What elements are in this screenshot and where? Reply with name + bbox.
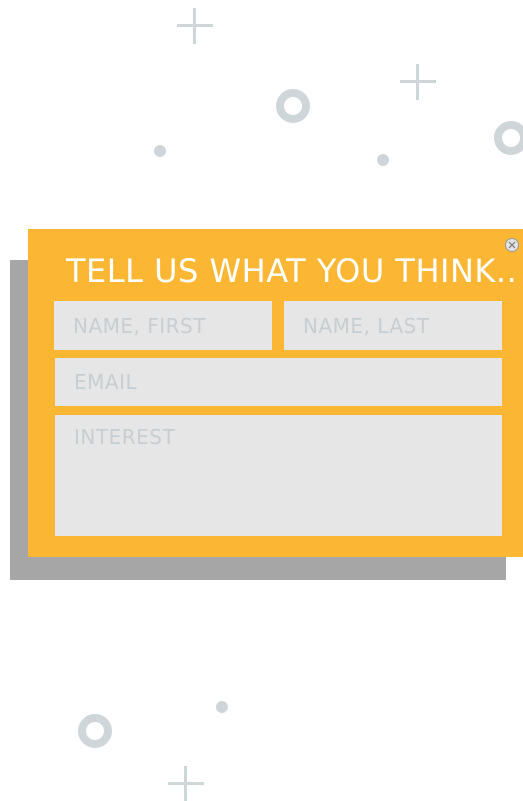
dot-decoration-icon [154,145,166,157]
dot-decoration-icon [216,701,228,713]
interest-field[interactable] [55,415,502,536]
ring-decoration-icon [78,714,112,748]
close-button[interactable] [505,238,519,252]
email-field[interactable] [55,358,502,406]
plus-decoration-icon [168,766,204,801]
plus-decoration-icon [177,8,213,44]
dot-decoration-icon [377,154,389,166]
ring-decoration-icon [494,121,523,155]
page-canvas: TELL US WHAT YOU THINK.. [0,0,523,801]
last-name-field[interactable] [284,301,502,350]
first-name-field[interactable] [54,301,272,350]
ring-decoration-icon [276,89,310,123]
close-icon [508,241,516,249]
plus-decoration-icon [400,64,436,100]
feedback-popup: TELL US WHAT YOU THINK.. [28,229,523,557]
popup-title: TELL US WHAT YOU THINK.. [66,252,518,290]
